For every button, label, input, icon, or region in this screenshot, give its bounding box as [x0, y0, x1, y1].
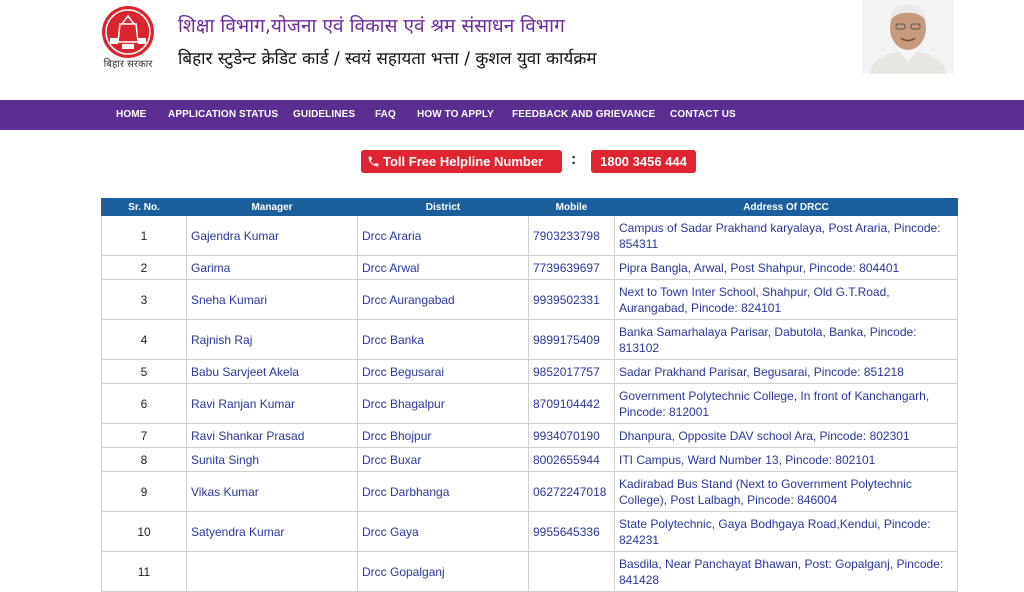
cell-manager: Satyendra Kumar: [186, 511, 358, 552]
cell-district: Drcc Begusarai: [357, 359, 529, 384]
table-header-row: Sr. No. Manager District Mobile Address …: [101, 198, 958, 216]
person-photo: [862, 0, 954, 74]
cell-district: Drcc Araria: [357, 215, 529, 256]
cell-sr-no: 8: [101, 447, 187, 472]
cell-address: Kadirabad Bus Stand (Next to Government …: [614, 471, 958, 512]
cell-sr-no: 11: [101, 551, 187, 592]
cell-address: Campus of Sadar Prakhand karyalaya, Post…: [614, 215, 958, 256]
cell-district: Drcc Bhojpur: [357, 423, 529, 448]
table-row: 1 Gajendra Kumar Drcc Araria 7903233798 …: [101, 215, 958, 256]
table-row: 11 Drcc Gopalganj Basdila, Near Panchaya…: [101, 551, 958, 592]
helpline-separator: :: [571, 151, 577, 168]
logo-caption: बिहार सरकार: [103, 59, 153, 70]
nav-guidelines[interactable]: GUIDELINES: [293, 109, 355, 120]
helpline-number[interactable]: 1800 3456 444: [591, 150, 696, 173]
cell-manager: Rajnish Raj: [186, 319, 358, 360]
cell-mobile: 9899175409: [528, 319, 615, 360]
column-header-manager: Manager: [186, 198, 358, 216]
helpline-label-badge: Toll Free Helpline Number: [361, 150, 562, 173]
main-navigation: HOME APPLICATION STATUS GUIDELINES FAQ H…: [0, 100, 1024, 130]
cell-mobile: 06272247018: [528, 471, 615, 512]
cell-district: Drcc Gopalganj: [357, 551, 529, 592]
scheme-title: बिहार स्टुडेन्ट क्रेडिट कार्ड / स्वयं सह…: [178, 49, 597, 69]
cell-sr-no: 10: [101, 511, 187, 552]
cell-district: Drcc Gaya: [357, 511, 529, 552]
nav-application-status[interactable]: APPLICATION STATUS: [168, 109, 278, 120]
table-row: 5 Babu Sarvjeet Akela Drcc Begusarai 985…: [101, 359, 958, 384]
phone-icon: [368, 156, 379, 167]
cell-manager: Ravi Shankar Prasad: [186, 423, 358, 448]
cell-manager: Vikas Kumar: [186, 471, 358, 512]
cell-sr-no: 6: [101, 383, 187, 424]
cell-address: Pipra Bangla, Arwal, Post Shahpur, Pinco…: [614, 255, 958, 280]
cell-sr-no: 9: [101, 471, 187, 512]
table-row: 3 Sneha Kumari Drcc Aurangabad 993950233…: [101, 279, 958, 320]
cell-manager: Garima: [186, 255, 358, 280]
nav-faq[interactable]: FAQ: [375, 109, 396, 120]
site-header: बिहार सरकार शिक्षा विभाग,योजना एवं विकास…: [0, 0, 1024, 100]
department-title: शिक्षा विभाग,योजना एवं विकास एवं श्रम सं…: [178, 15, 565, 37]
cell-district: Drcc Buxar: [357, 447, 529, 472]
cell-sr-no: 4: [101, 319, 187, 360]
table-row: 10 Satyendra Kumar Drcc Gaya 9955645336 …: [101, 511, 958, 552]
cell-mobile: 9955645336: [528, 511, 615, 552]
cell-address: Sadar Prakhand Parisar, Begusarai, Pinco…: [614, 359, 958, 384]
cell-district: Drcc Bhagalpur: [357, 383, 529, 424]
cell-mobile: 8709104442: [528, 383, 615, 424]
cell-sr-no: 3: [101, 279, 187, 320]
cell-manager: [186, 551, 358, 592]
cell-district: Drcc Darbhanga: [357, 471, 529, 512]
nav-home[interactable]: HOME: [116, 109, 146, 120]
table-row: 2 Garima Drcc Arwal 7739639697 Pipra Ban…: [101, 255, 958, 280]
cell-address: State Polytechnic, Gaya Bodhgaya Road,Ke…: [614, 511, 958, 552]
cell-manager: Ravi Ranjan Kumar: [186, 383, 358, 424]
table-row: 6 Ravi Ranjan Kumar Drcc Bhagalpur 87091…: [101, 383, 958, 424]
cell-sr-no: 5: [101, 359, 187, 384]
cell-mobile: [528, 551, 615, 592]
column-header-mobile: Mobile: [528, 198, 615, 216]
column-header-address: Address Of DRCC: [614, 198, 958, 216]
cell-mobile: 9852017757: [528, 359, 615, 384]
cell-mobile: 9939502331: [528, 279, 615, 320]
cell-district: Drcc Arwal: [357, 255, 529, 280]
cell-mobile: 9934070190: [528, 423, 615, 448]
cell-mobile: 7739639697: [528, 255, 615, 280]
cell-address: Government Polytechnic College, In front…: [614, 383, 958, 424]
table-row: 7 Ravi Shankar Prasad Drcc Bhojpur 99340…: [101, 423, 958, 448]
cell-address: Dhanpura, Opposite DAV school Ara, Pinco…: [614, 423, 958, 448]
column-header-sr-no: Sr. No.: [101, 198, 187, 216]
cell-district: Drcc Banka: [357, 319, 529, 360]
cell-mobile: 8002655944: [528, 447, 615, 472]
cell-address: ITI Campus, Ward Number 13, Pincode: 802…: [614, 447, 958, 472]
cell-sr-no: 2: [101, 255, 187, 280]
cell-address: Basdila, Near Panchayat Bhawan, Post: Go…: [614, 551, 958, 592]
table-row: 9 Vikas Kumar Drcc Darbhanga 06272247018…: [101, 471, 958, 512]
cell-manager: Babu Sarvjeet Akela: [186, 359, 358, 384]
column-header-district: District: [357, 198, 529, 216]
cell-district: Drcc Aurangabad: [357, 279, 529, 320]
cell-sr-no: 1: [101, 215, 187, 256]
cell-manager: Gajendra Kumar: [186, 215, 358, 256]
table-row: 8 Sunita Singh Drcc Buxar 8002655944 ITI…: [101, 447, 958, 472]
nav-contact-us[interactable]: CONTACT US: [670, 109, 736, 120]
helpline-label: Toll Free Helpline Number: [383, 154, 544, 169]
cell-address: Next to Town Inter School, Shahpur, Old …: [614, 279, 958, 320]
drcc-table: Sr. No. Manager District Mobile Address …: [101, 198, 958, 592]
nav-how-to-apply[interactable]: HOW TO APPLY: [417, 109, 494, 120]
cell-manager: Sneha Kumari: [186, 279, 358, 320]
cell-address: Banka Samarhalaya Parisar, Dabutola, Ban…: [614, 319, 958, 360]
nav-feedback-and-grievance[interactable]: FEEDBACK AND GRIEVANCE: [512, 109, 655, 120]
cell-mobile: 7903233798: [528, 215, 615, 256]
cell-manager: Sunita Singh: [186, 447, 358, 472]
table-row: 4 Rajnish Raj Drcc Banka 9899175409 Bank…: [101, 319, 958, 360]
cell-sr-no: 7: [101, 423, 187, 448]
